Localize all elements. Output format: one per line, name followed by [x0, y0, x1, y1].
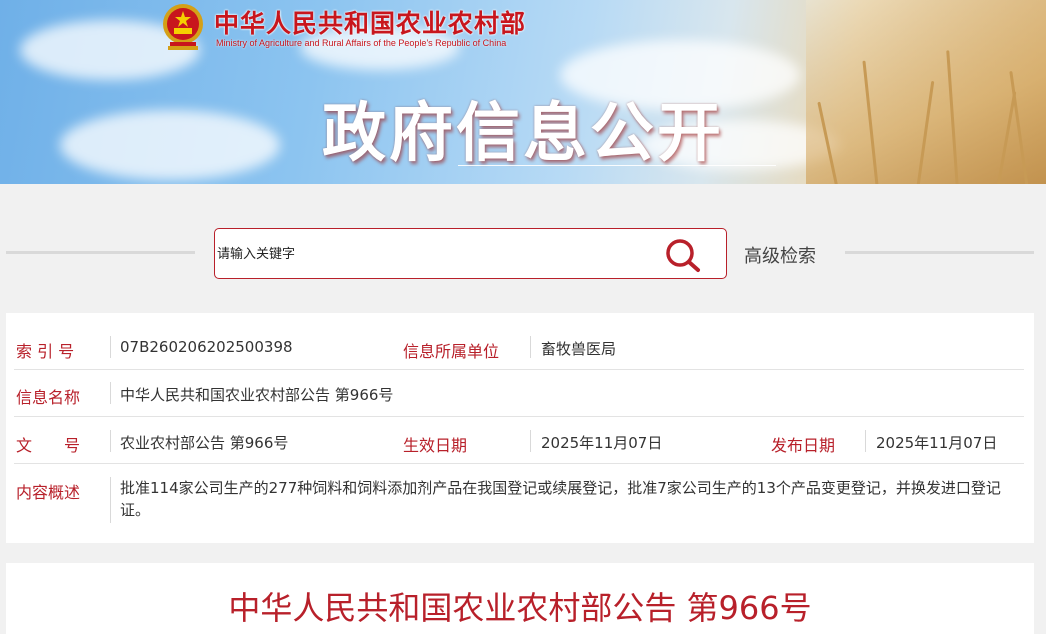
divider: [845, 251, 1034, 254]
separator: [530, 430, 531, 452]
national-emblem-icon[interactable]: [160, 2, 206, 52]
wheat-field-decoration: [806, 0, 1046, 184]
doc-number-label: 文 号: [16, 436, 81, 455]
ministry-logo-english[interactable]: Ministry of Agriculture and Rural Affair…: [216, 38, 506, 48]
separator: [110, 477, 111, 523]
cloud-decoration: [60, 110, 280, 180]
publish-date-value: 2025年11月07日: [876, 434, 998, 452]
summary-label: 内容概述: [16, 483, 81, 502]
separator: [530, 336, 531, 358]
table-row: 文 号 农业农村部公告 第966号 生效日期 2025年11月07日 发布日期 …: [14, 417, 1024, 464]
divider: [6, 251, 195, 254]
table-row: 索 引 号 07B260206202500398 信息所属单位 畜牧兽医局: [14, 313, 1024, 370]
article-title: 中华人民共和国农业农村部公告 第966号: [228, 589, 812, 627]
separator: [110, 336, 111, 358]
header-banner: 中华人民共和国农业农村部 Ministry of Agriculture and…: [0, 0, 1046, 184]
banner-title: 政府信息公开: [322, 97, 724, 171]
article-panel: 中华人民共和国农业农村部公告 第966号: [6, 563, 1034, 634]
divider: [458, 165, 776, 166]
separator: [865, 430, 866, 452]
document-info-table: 索 引 号 07B260206202500398 信息所属单位 畜牧兽医局 信息…: [6, 313, 1034, 543]
search-input[interactable]: [217, 243, 647, 265]
advanced-search-link[interactable]: 高级检索: [744, 242, 816, 268]
ministry-logo-text[interactable]: 中华人民共和国农业农村部: [214, 4, 526, 40]
publish-date-label: 发布日期: [771, 436, 836, 455]
unit-label: 信息所属单位: [403, 342, 500, 361]
name-label: 信息名称: [16, 388, 81, 407]
table-row: 信息名称 中华人民共和国农业农村部公告 第966号: [14, 370, 1024, 417]
effective-date-label: 生效日期: [403, 436, 468, 455]
search-box[interactable]: [214, 228, 727, 279]
index-value: 07B260206202500398: [120, 338, 293, 356]
summary-value: 批准114家公司生产的277种饲料和饲料添加剂产品在我国登记或续展登记，批准7家…: [120, 479, 1001, 519]
effective-date-value: 2025年11月07日: [541, 434, 663, 452]
doc-number-value: 农业农村部公告 第966号: [120, 434, 289, 452]
name-value: 中华人民共和国农业农村部公告 第966号: [120, 386, 394, 404]
index-label: 索 引 号: [16, 342, 75, 361]
separator: [110, 430, 111, 452]
unit-value: 畜牧兽医局: [541, 340, 617, 358]
separator: [110, 382, 111, 404]
search-icon[interactable]: [664, 237, 702, 273]
